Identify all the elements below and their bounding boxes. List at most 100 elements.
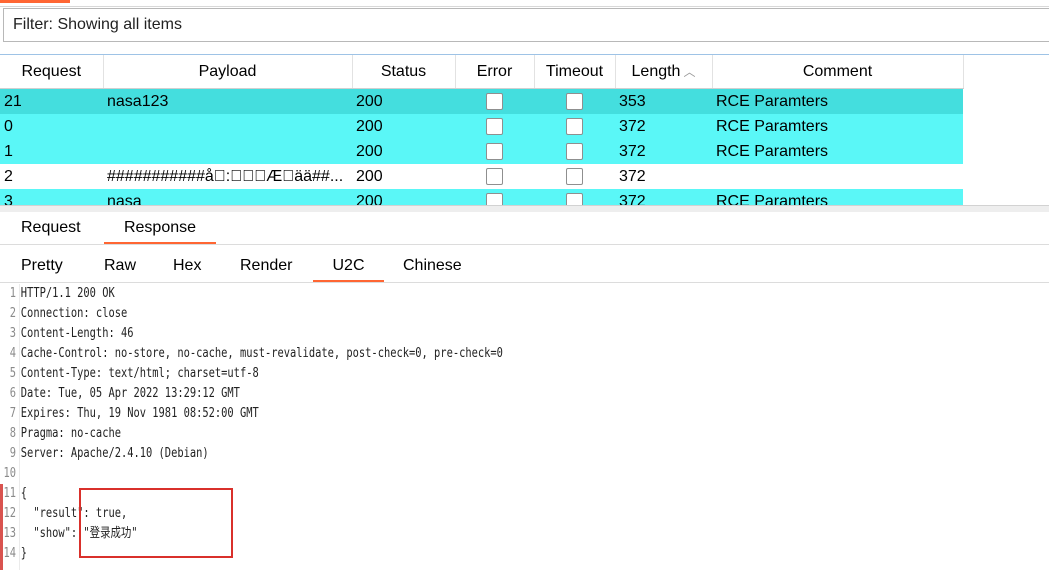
line-number: 3 <box>9 326 16 341</box>
column-header-timeout[interactable]: Timeout <box>534 55 616 89</box>
line-number: 6 <box>9 386 16 401</box>
cell-timeout <box>534 114 615 139</box>
timeout-checkbox[interactable] <box>566 192 583 206</box>
cell-payload <box>103 114 352 139</box>
filter-bar[interactable]: Filter: Showing all items <box>3 8 1049 42</box>
cell-error <box>455 189 534 206</box>
filter-text: Filter: Showing all items <box>13 16 182 33</box>
timeout-checkbox[interactable] <box>566 142 583 160</box>
line-number: 1 <box>9 286 16 301</box>
cell-payload: nasa <box>103 189 352 206</box>
top-divider <box>0 6 1049 7</box>
column-header-length[interactable]: Length ︿ <box>615 55 713 89</box>
line-text: Expires: Thu, 19 Nov 1981 08:52:00 GMT <box>20 406 259 421</box>
table-row[interactable]: 3 nasa 200 372 RCE Paramters <box>0 189 963 206</box>
cell-error <box>455 114 534 139</box>
tab-chinese[interactable]: Chinese <box>403 251 462 282</box>
column-header-payload[interactable]: Payload <box>103 55 353 89</box>
pane-splitter[interactable] <box>0 205 1049 212</box>
line-text: Connection: close <box>20 306 128 321</box>
cell-timeout <box>534 189 615 206</box>
cell-request: 2 <box>0 164 103 189</box>
line-number: 10 <box>3 466 16 481</box>
timeout-checkbox[interactable] <box>566 117 583 135</box>
line-number: 8 <box>9 426 16 441</box>
timeout-checkbox[interactable] <box>566 92 583 110</box>
line-text: Pragma: no-cache <box>20 426 121 441</box>
cell-comment: RCE Paramters <box>712 139 963 164</box>
cell-request: 0 <box>0 114 103 139</box>
error-checkbox[interactable] <box>486 167 503 185</box>
cell-timeout <box>534 139 615 164</box>
tab-hex[interactable]: Hex <box>173 251 201 282</box>
line-text: Cache-Control: no-store, no-cache, must-… <box>20 346 503 361</box>
code-line: 2 Connection: close <box>0 304 839 324</box>
cell-error <box>455 88 534 114</box>
code-line: 6 Date: Tue, 05 Apr 2022 13:29:12 GMT <box>0 384 839 404</box>
line-number: 2 <box>9 306 16 321</box>
column-header-comment[interactable]: Comment <box>712 55 964 89</box>
line-text: Server: Apache/2.4.10 (Debian) <box>20 446 209 461</box>
column-header-request[interactable]: Request <box>0 55 104 89</box>
table-row[interactable]: 2 ###########å :   Æ ää##... 200 372 <box>0 164 963 189</box>
cell-request: 1 <box>0 139 103 164</box>
cell-status: 200 <box>352 189 455 206</box>
line-number: 9 <box>9 446 16 461</box>
line-text: Content-Length: 46 <box>20 326 134 341</box>
results-table-container[interactable]: Request Payload Status Error Timeout Len… <box>0 54 1049 206</box>
active-tab-indicator <box>0 0 70 3</box>
line-text: Date: Tue, 05 Apr 2022 13:29:12 GMT <box>20 386 240 401</box>
error-checkbox[interactable] <box>486 142 503 160</box>
cell-length: 372 <box>615 139 712 164</box>
tab-pretty[interactable]: Pretty <box>21 251 63 282</box>
cell-length: 353 <box>615 88 712 114</box>
table-row[interactable]: 0 200 372 RCE Paramters <box>0 114 963 139</box>
cell-comment: RCE Paramters <box>712 88 963 114</box>
code-line: 8 Pragma: no-cache <box>0 424 839 444</box>
table-header-row: Request Payload Status Error Timeout Len… <box>0 55 964 89</box>
cell-length: 372 <box>615 114 712 139</box>
line-text: } <box>20 546 28 561</box>
cell-error <box>455 164 534 189</box>
cell-payload: nasa123 <box>103 88 352 114</box>
line-number: 7 <box>9 406 16 421</box>
column-header-status[interactable]: Status <box>352 55 456 89</box>
column-header-error[interactable]: Error <box>455 55 535 89</box>
code-line: 3 Content-Length: 46 <box>0 324 839 344</box>
cell-length: 372 <box>615 164 712 189</box>
line-number: 4 <box>9 346 16 361</box>
tab-render[interactable]: Render <box>240 251 292 282</box>
code-line: 5 Content-Type: text/html; charset=utf-8 <box>0 364 839 384</box>
code-line: 4 Cache-Control: no-store, no-cache, must… <box>0 344 839 364</box>
cell-comment: RCE Paramters <box>712 189 963 206</box>
error-checkbox[interactable] <box>486 117 503 135</box>
line-number: 5 <box>9 366 16 381</box>
cell-status: 200 <box>352 139 455 164</box>
cell-request: 21 <box>0 88 103 114</box>
code-line: 1 HTTP/1.1 200 OK <box>0 284 839 304</box>
tab-raw[interactable]: Raw <box>104 251 136 282</box>
cell-comment: RCE Paramters <box>712 114 963 139</box>
cell-status: 200 <box>352 114 455 139</box>
results-table: Request Payload Status Error Timeout Len… <box>0 55 964 206</box>
code-line: 7 Expires: Thu, 19 Nov 1981 08:52:00 GMT <box>0 404 839 424</box>
sort-ascending-icon: ︿ <box>683 64 696 79</box>
column-header-length-label: Length <box>631 62 681 80</box>
message-tabs: Request Response <box>0 213 1049 244</box>
view-tabs: Pretty Raw Hex Render U2C Chinese <box>0 251 1049 282</box>
table-row[interactable]: 21 nasa123 200 353 RCE Paramters <box>0 88 963 114</box>
cell-length: 372 <box>615 189 712 206</box>
cell-comment <box>712 164 963 189</box>
error-checkbox[interactable] <box>486 192 503 206</box>
cell-payload: ###########å :   Æ ää##... <box>103 164 352 189</box>
tab-request[interactable]: Request <box>21 213 81 244</box>
cell-status: 200 <box>352 164 455 189</box>
tabs-divider <box>0 244 1049 245</box>
error-checkbox[interactable] <box>486 92 503 110</box>
timeout-checkbox[interactable] <box>566 167 583 185</box>
cell-timeout <box>534 164 615 189</box>
tab-response[interactable]: Response <box>104 213 216 244</box>
tab-u2c[interactable]: U2C <box>313 251 384 282</box>
table-row[interactable]: 1 200 372 RCE Paramters <box>0 139 963 164</box>
line-text: HTTP/1.1 200 OK <box>20 286 115 301</box>
